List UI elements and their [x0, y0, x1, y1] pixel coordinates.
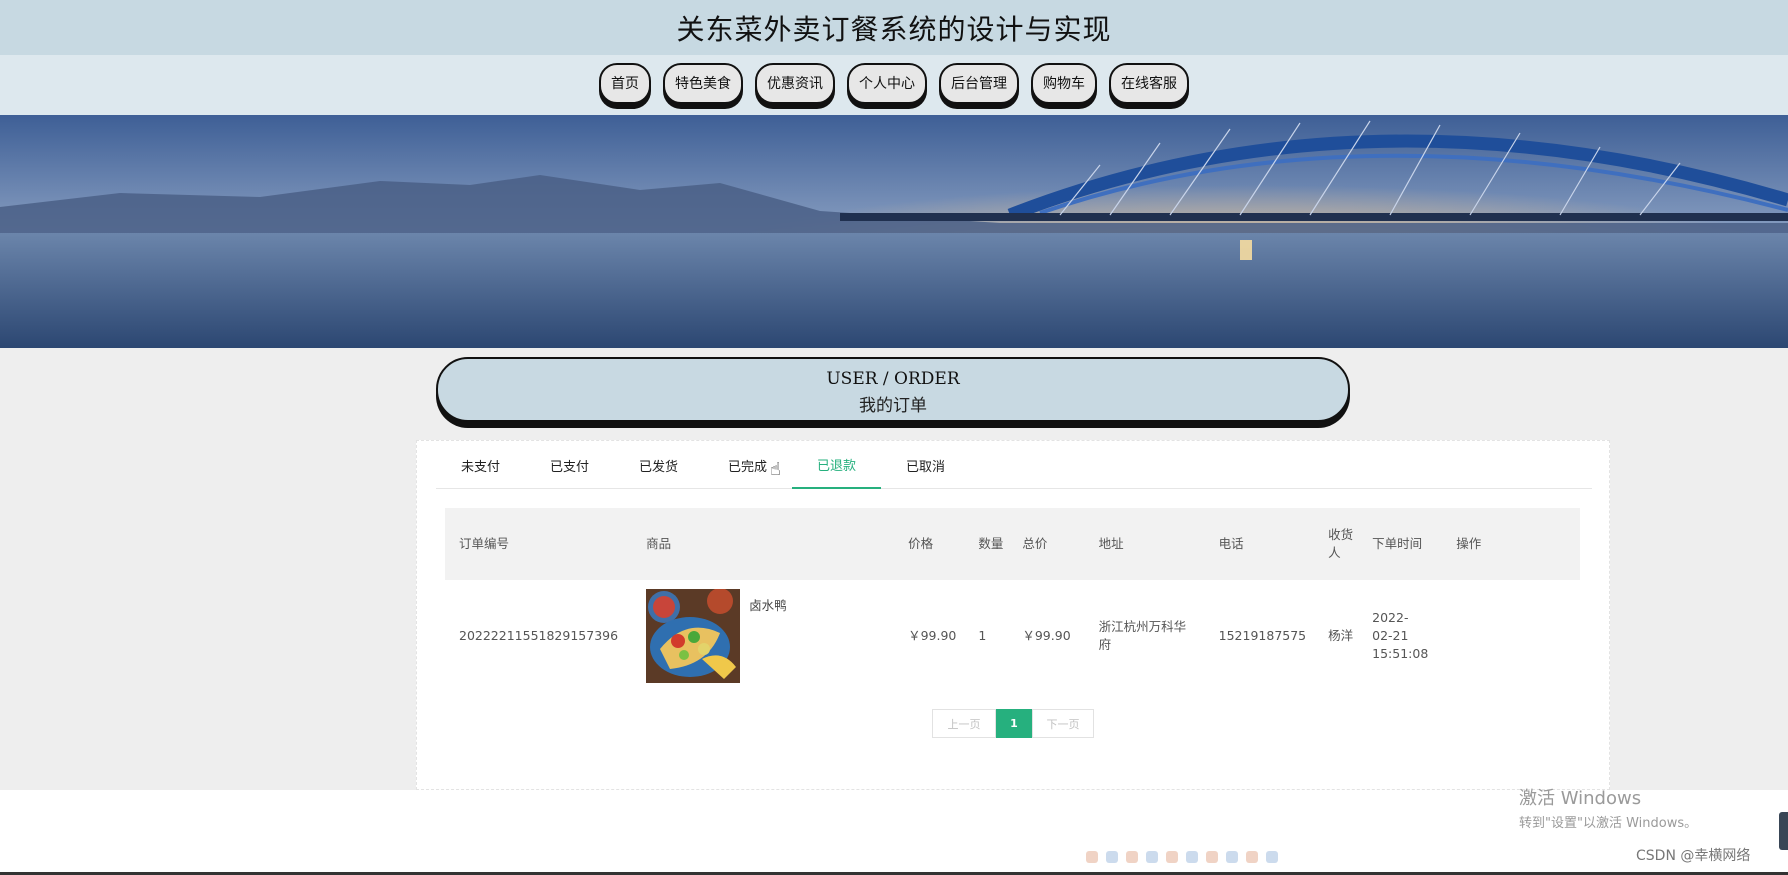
price: ￥99.90	[908, 628, 957, 643]
product-cell: 卤水鸭	[632, 580, 894, 692]
receiver: 杨洋	[1328, 628, 1354, 643]
top-header: 关东菜外卖订餐系统的设计与实现	[0, 0, 1788, 55]
nav-home[interactable]: 首页	[599, 62, 651, 104]
tray-icon	[1166, 851, 1178, 863]
nav-cart[interactable]: 购物车	[1031, 62, 1097, 104]
tray-icon	[1146, 851, 1158, 863]
phone: 15219187575	[1218, 628, 1307, 643]
col-actions: 操作	[1456, 536, 1482, 551]
pagination: 上一页 1 下一页	[932, 709, 1094, 738]
tray-icon	[1126, 851, 1138, 863]
nav-personal-center[interactable]: 个人中心	[847, 62, 927, 104]
tab-shipped[interactable]: 已发货	[614, 441, 703, 489]
nav-customer-service[interactable]: 在线客服	[1109, 62, 1189, 104]
tray-icon	[1226, 851, 1238, 863]
section-header: USER / ORDER 我的订单	[436, 357, 1350, 422]
page-1-button[interactable]: 1	[996, 709, 1032, 738]
tray-icon	[1266, 851, 1278, 863]
tab-cancelled[interactable]: 已取消	[881, 441, 970, 489]
tab-paid[interactable]: 已支付	[525, 441, 614, 489]
nav-promotions[interactable]: 优惠资讯	[755, 62, 835, 104]
col-qty: 数量	[978, 536, 1004, 551]
prev-page-button[interactable]: 上一页	[932, 709, 996, 738]
product-image	[646, 589, 741, 683]
col-receiver: 收货人	[1328, 527, 1354, 560]
order-no: 20222211551829157396	[459, 628, 619, 643]
col-total: 总价	[1022, 536, 1048, 551]
product-name[interactable]: 卤水鸭	[749, 597, 787, 615]
site-title: 关东菜外卖订餐系统的设计与实现	[676, 12, 1112, 46]
order-status-tabs: 未支付 已支付 已发货 已完成 已退款 已取消 ☝	[436, 441, 1592, 489]
order-card: 未支付 已支付 已发货 已完成 已退款 已取消 ☝ 订单编号 商品 价格 数量 …	[416, 440, 1610, 790]
next-page-button[interactable]: 下一页	[1032, 709, 1094, 738]
col-price: 价格	[908, 536, 934, 551]
tray-icon	[1246, 851, 1258, 863]
total-price: ￥99.90	[1022, 628, 1071, 643]
tray-icon	[1206, 851, 1218, 863]
banner-image	[0, 115, 1788, 348]
col-address: 地址	[1098, 536, 1124, 551]
quantity: 1	[978, 628, 987, 643]
table-header-row: 订单编号 商品 价格 数量 总价 地址 电话 收货人 下单时间 操作	[445, 508, 1580, 580]
scroll-handle[interactable]	[1779, 812, 1788, 850]
activation-title: 激活 Windows	[1519, 788, 1642, 809]
nav-admin[interactable]: 后台管理	[939, 62, 1019, 104]
col-product: 商品	[646, 536, 672, 551]
hand-cursor-icon: ☝	[770, 459, 781, 480]
main-nav: 首页 特色美食 优惠资讯 个人中心 后台管理 购物车 在线客服	[0, 55, 1788, 115]
table-row: 20222211551829157396 卤水鸭 ￥99.90 1 ￥99.90…	[445, 580, 1580, 692]
system-tray-icons	[1086, 851, 1278, 863]
nav-featured-food[interactable]: 特色美食	[663, 62, 743, 104]
col-order-no: 订单编号	[459, 536, 510, 551]
tab-refunded[interactable]: 已退款	[792, 441, 881, 489]
windows-activation-watermark: 激活 Windows 转到"设置"以激活 Windows。	[1519, 784, 1697, 831]
col-order-time: 下单时间	[1372, 536, 1423, 551]
col-phone: 电话	[1218, 536, 1244, 551]
actions-cell	[1442, 580, 1580, 692]
activation-subtitle: 转到"设置"以激活 Windows。	[1519, 816, 1698, 831]
tray-icon	[1186, 851, 1198, 863]
section-title-en: USER / ORDER	[826, 369, 960, 389]
address: 浙江杭州万科华府	[1098, 619, 1187, 652]
order-table: 订单编号 商品 价格 数量 总价 地址 电话 收货人 下单时间 操作 20222…	[445, 508, 1580, 692]
tray-icon	[1086, 851, 1098, 863]
csdn-watermark: CSDN @幸横网络	[1636, 848, 1751, 864]
section-title-cn: 我的订单	[859, 396, 927, 416]
order-time: 2022-02-21 15:51:08	[1372, 610, 1429, 661]
tray-icon	[1106, 851, 1118, 863]
tab-unpaid[interactable]: 未支付	[436, 441, 525, 489]
